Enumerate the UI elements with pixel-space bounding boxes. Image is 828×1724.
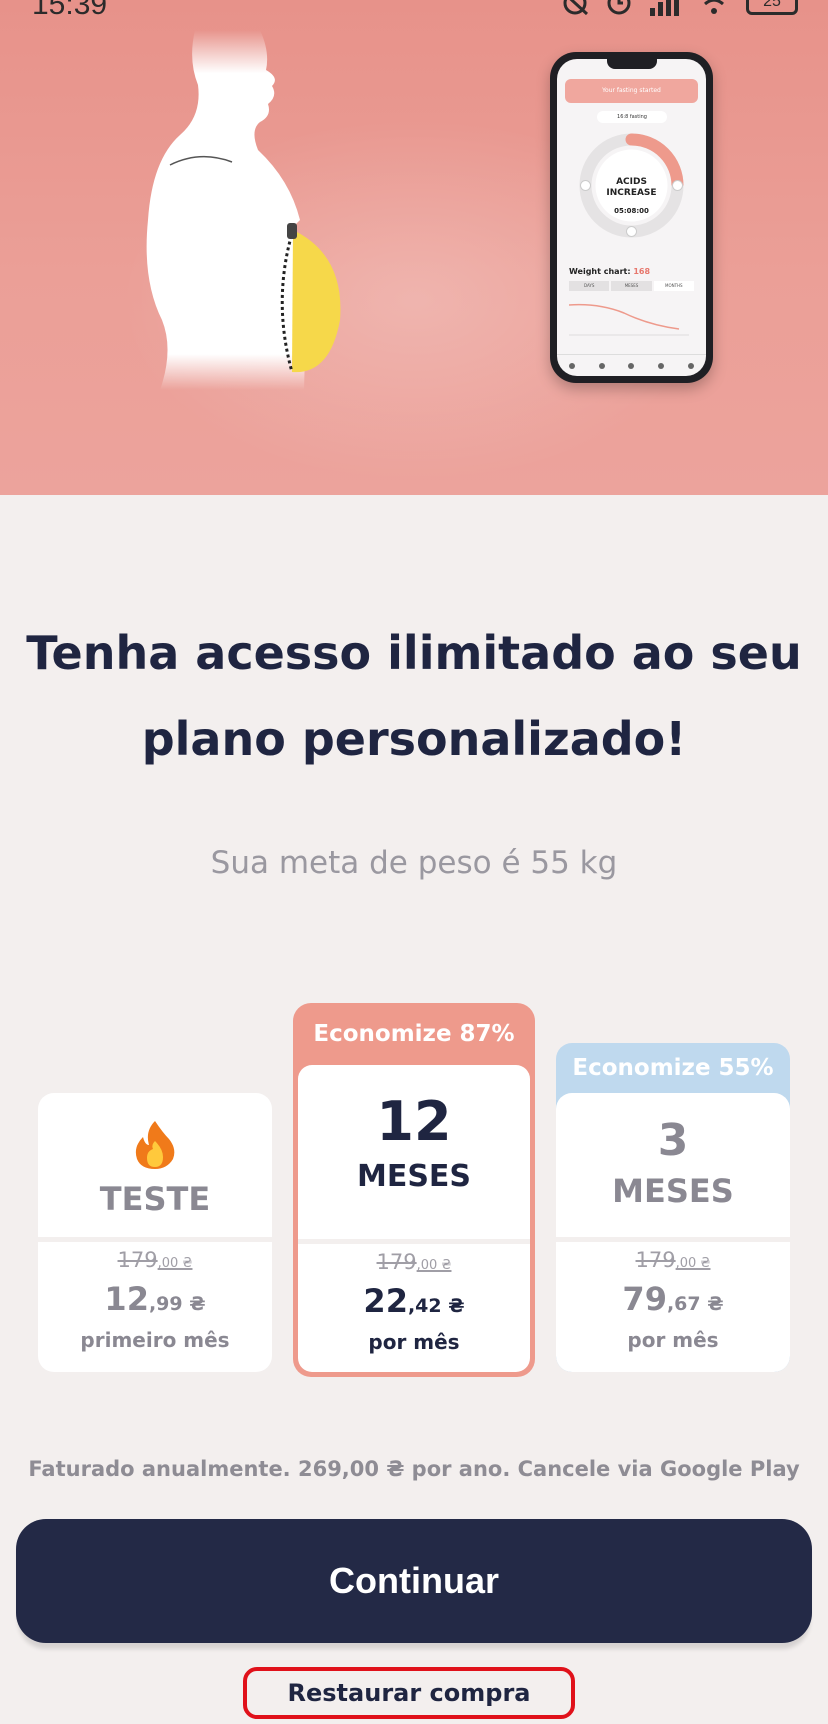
plan-pricing: 179,00 ₴ 79,67 ₴ por mês — [556, 1247, 790, 1354]
phone-dial-label: ACIDS INCREASE — [587, 177, 676, 199]
alarm-icon — [607, 0, 631, 15]
new-price: 22,42 ₴ — [298, 1279, 530, 1328]
new-price-int: 12 — [104, 1280, 149, 1318]
weight-goal-text: Sua meta de peso é 55 kg — [210, 845, 618, 881]
plan-name: TESTE — [99, 1180, 211, 1218]
plan-pricing: 179,00 ₴ 12,99 ₴ primeiro mês — [38, 1247, 272, 1354]
price-period: por mês — [627, 1328, 719, 1352]
phone-tab: MONTHS — [653, 281, 694, 291]
plan-card-body: 12 MESES 179,00 ₴ 22,42 ₴ por mês — [298, 1065, 530, 1372]
old-price-dec: ,00 ₴ — [675, 1256, 711, 1271]
plan-card-3-months[interactable]: Economize 55% 3 MESES 179,00 ₴ 79,67 ₴ p… — [556, 1043, 790, 1372]
phone-notch — [607, 59, 657, 69]
body-silhouette-illustration — [146, 30, 341, 390]
billing-info: Faturado anualmente. 269,00 ₴ por ano. C… — [28, 1457, 800, 1481]
status-icons: 25 — [560, 0, 798, 16]
price-period: por mês — [368, 1330, 460, 1354]
wifi-icon — [704, 0, 724, 14]
plan-card-trial[interactable]: TESTE 179,00 ₴ 12,99 ₴ primeiro mês — [38, 1093, 272, 1372]
title-line2: plano personalizado! — [141, 712, 687, 766]
chart-label-value: 168 — [633, 267, 651, 276]
new-price: 79,67 ₴ — [556, 1277, 790, 1326]
plan-header: TESTE — [38, 1093, 272, 1242]
phone-nav — [557, 354, 706, 376]
old-price: 179,00 ₴ — [38, 1247, 272, 1277]
new-price-dec: ,67 ₴ — [666, 1293, 724, 1315]
status-time: 15:39 — [32, 0, 108, 21]
dial-line2: INCREASE — [606, 188, 657, 198]
old-price-int: 179 — [635, 1248, 676, 1272]
plan-duration-number: 3 — [657, 1115, 689, 1166]
plan-card-12-months[interactable]: Economize 87% 12 MESES 179,00 ₴ 22,42 ₴ … — [293, 1003, 535, 1377]
phone-screen: Your fasting started 16:8 fasting ACIDS I… — [557, 59, 706, 376]
savings-badge: Economize 55% — [572, 1055, 774, 1081]
dial-line1: ACIDS — [616, 177, 647, 187]
plan-header: 12 MESES — [298, 1065, 530, 1244]
alarm-off-icon — [563, 0, 589, 16]
phone-tab: MESES — [611, 281, 652, 291]
old-price-int: 179 — [376, 1250, 417, 1274]
plan-header: 3 MESES — [556, 1093, 790, 1242]
old-price-dec: ,00 ₴ — [416, 1258, 452, 1273]
old-price-dec: ,00 ₴ — [157, 1256, 193, 1271]
plan-pricing: 179,00 ₴ 22,42 ₴ por mês — [298, 1249, 530, 1356]
signal-icon — [650, 0, 679, 16]
plan-name: MESES — [612, 1172, 734, 1210]
new-price-dec: ,42 ₴ — [407, 1295, 465, 1317]
title-line1: Tenha acesso ilimitado ao seu — [26, 626, 802, 680]
chart-label-text: Weight chart: — [569, 267, 631, 276]
phone-tabs: DAYS MESES MONTHS — [569, 281, 694, 291]
savings-badge: Economize 87% — [313, 1021, 515, 1047]
page-title: Tenha acesso ilimitado ao seu plano pers… — [0, 610, 828, 782]
phone-chart-label: Weight chart: 168 — [569, 267, 650, 276]
new-price-int: 79 — [622, 1280, 667, 1318]
price-period: primeiro mês — [80, 1328, 230, 1352]
battery-icon: 25 — [746, 0, 798, 15]
phone-banner: Your fasting started — [565, 79, 698, 103]
old-price-int: 179 — [117, 1248, 158, 1272]
old-price: 179,00 ₴ — [298, 1249, 530, 1279]
plan-duration-number: 12 — [376, 1090, 452, 1153]
status-bar: 15:39 25 — [0, 0, 828, 22]
phone-fasting-pill: 16:8 fasting — [597, 111, 667, 123]
phone-tab: DAYS — [569, 281, 610, 291]
battery-level: 25 — [763, 0, 781, 10]
continue-button[interactable]: Continuar — [16, 1519, 812, 1643]
phone-dial-time: 05:08:00 — [614, 207, 649, 215]
new-price-dec: ,99 ₴ — [148, 1293, 206, 1315]
fire-icon — [135, 1121, 175, 1169]
restore-purchase-link[interactable]: Restaurar compra — [243, 1667, 575, 1719]
phone-weight-chart — [569, 303, 689, 336]
hero-banner: 15:39 25 Your fasting started 16:8 fasti… — [0, 0, 828, 495]
phone-mockup: Your fasting started 16:8 fasting ACIDS I… — [550, 52, 713, 383]
new-price: 12,99 ₴ — [38, 1277, 272, 1326]
new-price-int: 22 — [363, 1282, 408, 1320]
plan-card-body: 3 MESES 179,00 ₴ 79,67 ₴ por mês — [556, 1093, 790, 1372]
old-price: 179,00 ₴ — [556, 1247, 790, 1277]
plan-name: MESES — [356, 1159, 472, 1194]
